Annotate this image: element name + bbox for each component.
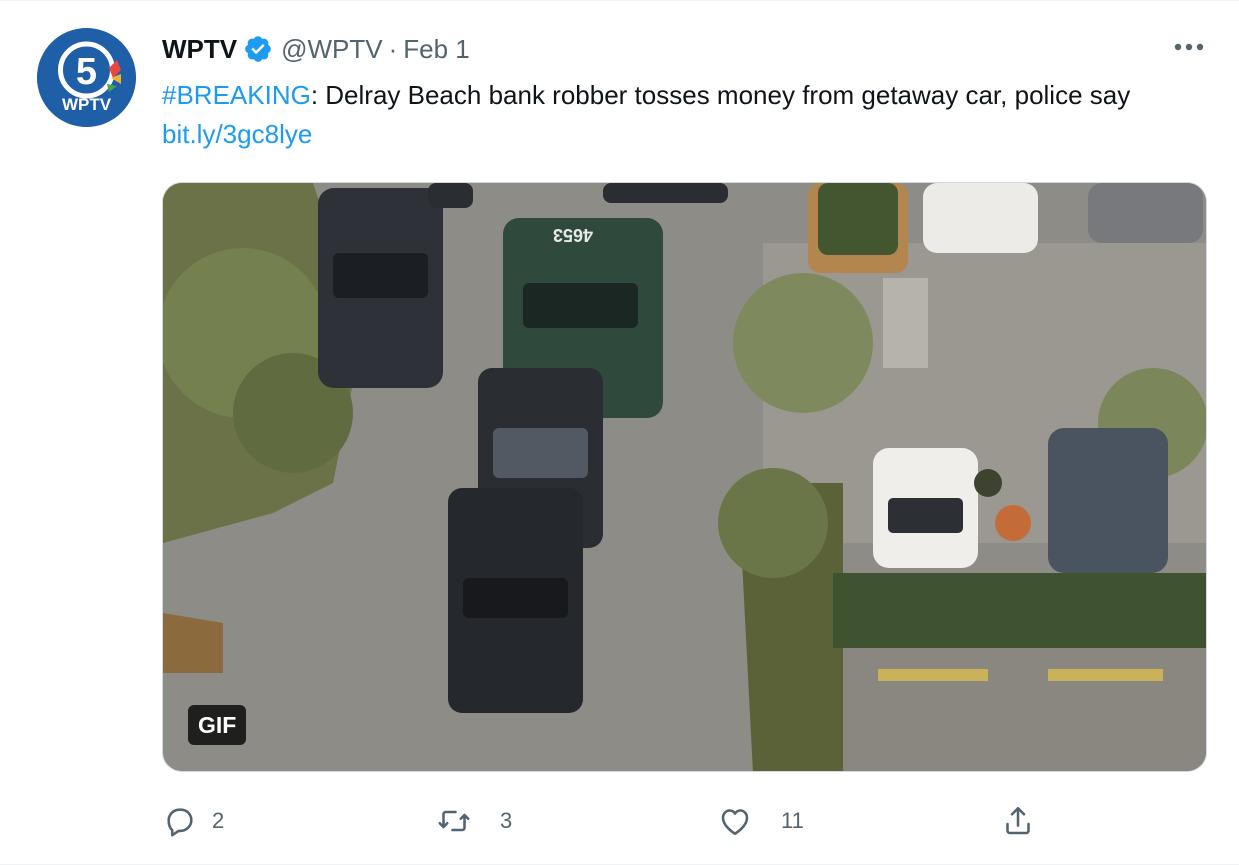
verified-badge-icon bbox=[243, 34, 273, 64]
reply-count: 2 bbox=[212, 808, 225, 833]
like-icon bbox=[717, 803, 753, 839]
author-handle[interactable]: @WPTV bbox=[281, 34, 383, 65]
retweet-icon bbox=[436, 803, 472, 839]
share-icon bbox=[1000, 803, 1036, 839]
tweet-actions: 2 3 11 bbox=[0, 796, 1239, 846]
tweet-text: #BREAKING: Delray Beach bank robber toss… bbox=[162, 76, 1202, 154]
tweet-date[interactable]: Feb 1 bbox=[403, 34, 470, 65]
logo-number: 5 bbox=[76, 51, 97, 93]
car-roof-number: 4653 bbox=[553, 225, 593, 245]
url-link[interactable]: bit.ly/3gc8lye bbox=[162, 119, 312, 149]
reply-icon bbox=[162, 803, 198, 839]
retweet-button[interactable]: 3 bbox=[436, 796, 512, 846]
reply-button[interactable]: 2 bbox=[162, 796, 224, 846]
tweet-header: WPTV @WPTV · Feb 1 bbox=[162, 31, 470, 67]
gif-badge: GIF bbox=[188, 705, 247, 745]
more-icon bbox=[1173, 39, 1205, 57]
like-button[interactable]: 11 bbox=[717, 796, 804, 846]
tweet-body-text: : Delray Beach bank robber tosses money … bbox=[310, 80, 1131, 110]
media-gif[interactable]: 4653 GIF bbox=[162, 182, 1207, 772]
share-button[interactable] bbox=[1000, 796, 1036, 846]
aerial-parking-lot-image: 4653 bbox=[163, 183, 1206, 771]
tweet-card[interactable]: 5 WPTV WPTV @WPTV · Feb 1 #BREAKING: Del… bbox=[0, 0, 1239, 865]
separator-dot: · bbox=[388, 33, 398, 64]
like-count: 11 bbox=[781, 808, 804, 833]
hashtag-link[interactable]: #BREAKING bbox=[162, 80, 311, 110]
more-button[interactable] bbox=[1170, 31, 1208, 65]
logo-text: WPTV bbox=[62, 95, 112, 114]
wptv-logo: 5 WPTV bbox=[37, 28, 136, 127]
avatar[interactable]: 5 WPTV bbox=[37, 28, 136, 127]
retweet-count: 3 bbox=[500, 808, 513, 833]
author-name[interactable]: WPTV bbox=[162, 34, 237, 65]
